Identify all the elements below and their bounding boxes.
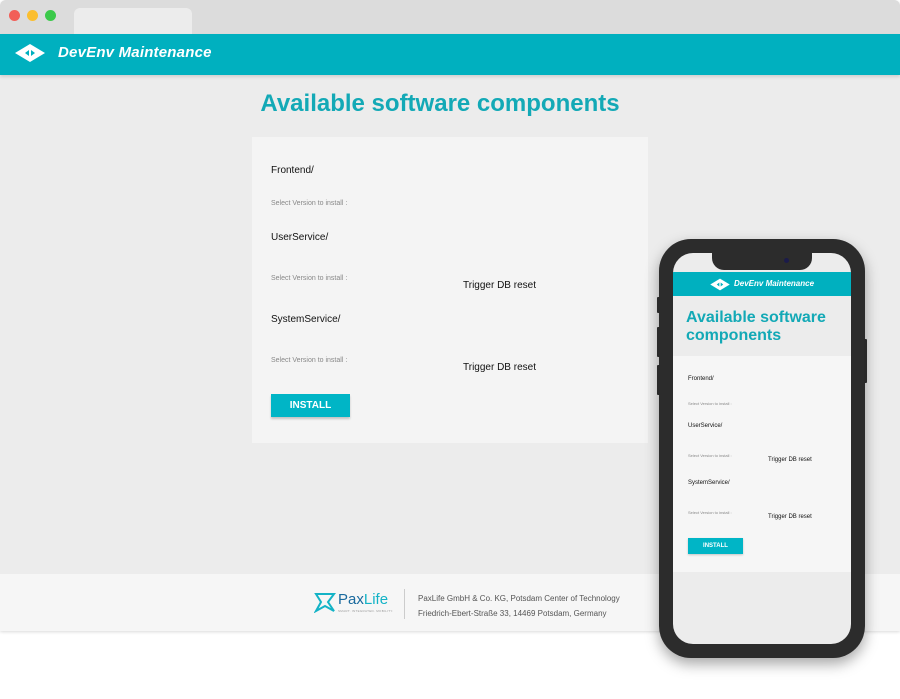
mobile-version-select-label: Select Version to install : — [688, 453, 732, 458]
components-card: Frontend/ Select Version to install : Us… — [252, 137, 648, 443]
browser-titlebar — [0, 0, 900, 34]
mobile-page-title: Available software components — [686, 309, 826, 344]
component-name-systemservice: SystemService/ — [271, 314, 341, 325]
mobile-components-card: Frontend/ Select Version to install : Us… — [673, 356, 851, 572]
brand-part-life: Life — [363, 591, 389, 608]
component-name-frontend: Frontend/ — [271, 165, 314, 176]
footer-divider — [404, 589, 405, 619]
address-line-1: PaxLife GmbH & Co. KG, Potsdam Center of… — [418, 594, 620, 603]
trigger-db-reset-systemservice[interactable]: Trigger DB reset — [463, 362, 536, 373]
mobile-component-name-systemservice: SystemService/ — [688, 480, 730, 486]
version-select-label: Select Version to install : — [271, 200, 348, 207]
minimize-window-button[interactable] — [27, 10, 38, 21]
mobile-component-name-frontend: Frontend/ — [688, 376, 714, 382]
footer-brand: PaxLife — [338, 591, 388, 608]
diamond-arrows-icon[interactable] — [14, 43, 46, 68]
browser-tab[interactable] — [74, 8, 192, 34]
trigger-db-reset-userservice[interactable]: Trigger DB reset — [463, 280, 536, 291]
diamond-arrows-icon[interactable] — [709, 278, 731, 296]
maximize-window-button[interactable] — [45, 10, 56, 21]
brand-part-pax: Pax — [338, 591, 364, 608]
phone-power-button — [864, 339, 867, 383]
mobile-component-name-userservice: UserService/ — [688, 423, 723, 429]
address-line-2: Friedrich-Ebert-Straße 33, 14469 Potsdam… — [418, 609, 607, 618]
phone-mute-switch — [657, 297, 660, 313]
footer-tagline: SMART. INTEGRATED. MOBILITY. — [338, 609, 394, 613]
version-select-label: Select Version to install : — [271, 275, 348, 282]
paxlife-logo-icon — [313, 591, 336, 618]
mobile-version-select-label: Select Version to install : — [688, 510, 732, 515]
mobile-trigger-db-reset-userservice[interactable]: Trigger DB reset — [768, 457, 812, 463]
component-name-userservice: UserService/ — [271, 232, 329, 243]
mobile-install-button[interactable]: INSTALL — [688, 538, 743, 554]
footer-address: PaxLife GmbH & Co. KG, Potsdam Center of… — [418, 591, 620, 621]
close-window-button[interactable] — [9, 10, 20, 21]
version-select-label: Select Version to install : — [271, 357, 348, 364]
app-header: DevEnv Maintenance — [0, 34, 900, 75]
camera-icon — [784, 258, 789, 263]
phone-screen: DevEnv Maintenance Available software co… — [673, 253, 851, 644]
phone-mockup: DevEnv Maintenance Available software co… — [657, 239, 867, 658]
mobile-trigger-db-reset-systemservice[interactable]: Trigger DB reset — [768, 514, 812, 520]
phone-notch — [712, 253, 812, 270]
mobile-app-title: DevEnv Maintenance — [734, 279, 815, 288]
app-title: DevEnv Maintenance — [58, 44, 212, 61]
phone-volume-down — [657, 365, 660, 395]
mobile-app-header: DevEnv Maintenance — [673, 272, 851, 296]
phone-volume-up — [657, 327, 660, 357]
install-button[interactable]: INSTALL — [271, 394, 350, 417]
page-title: Available software components — [260, 90, 620, 117]
mobile-version-select-label: Select Version to install : — [688, 401, 732, 406]
